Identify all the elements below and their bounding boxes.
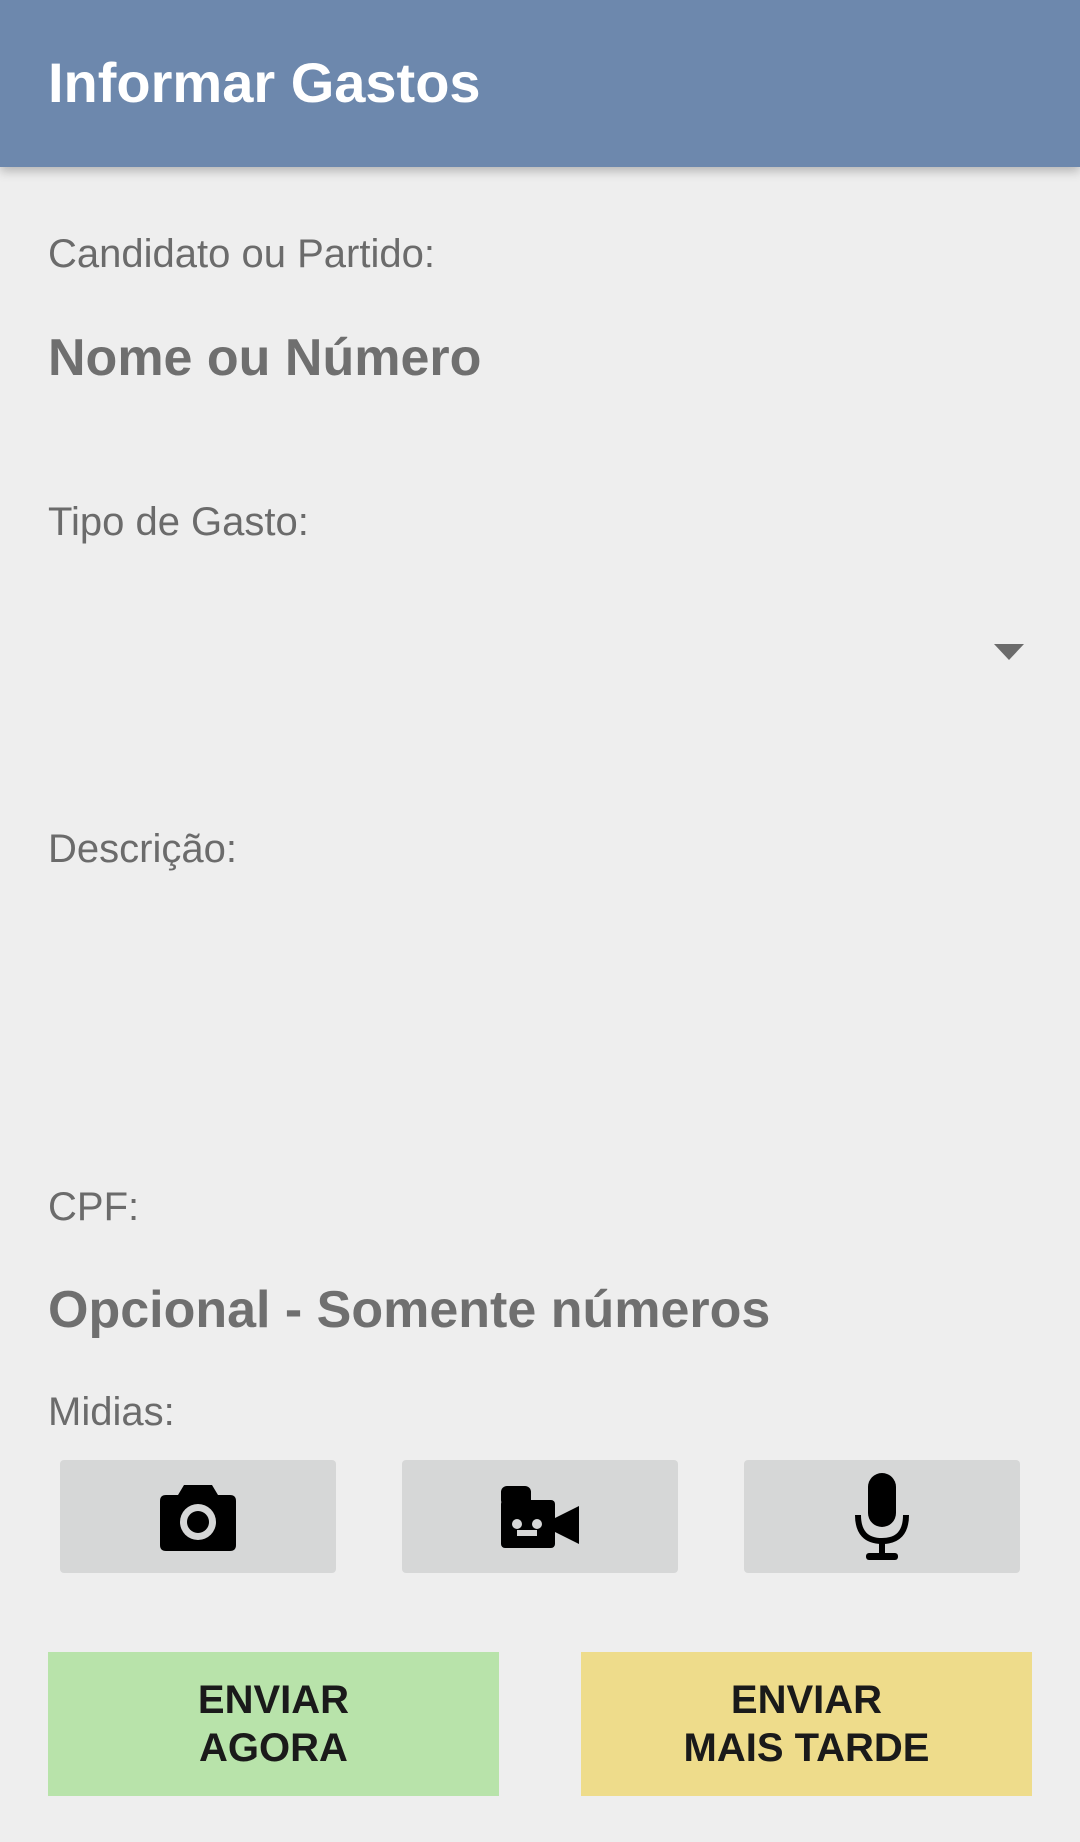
description-label: Descrição: [48,827,237,871]
media-label: Midias: [48,1390,175,1434]
send-now-button[interactable]: ENVIAR AGORA [48,1652,499,1796]
video-button[interactable] [402,1460,678,1573]
camera-button[interactable] [60,1460,336,1573]
send-later-button[interactable]: ENVIAR MAIS TARDE [581,1652,1032,1796]
candidate-label: Candidato ou Partido: [48,232,435,276]
expense-type-label: Tipo de Gasto: [48,500,309,544]
expense-type-select[interactable] [48,590,1032,710]
audio-button[interactable] [744,1460,1020,1573]
video-camera-icon [501,1485,579,1548]
app-bar: Informar Gastos [0,0,1080,167]
microphone-icon [855,1472,909,1560]
cpf-label: CPF: [48,1185,140,1229]
page-title: Informar Gastos [48,51,481,114]
camera-icon [160,1484,236,1551]
dropdown-arrow-icon [994,644,1024,660]
description-input[interactable] [48,880,1032,1140]
candidate-input[interactable]: Nome ou Número [48,328,481,388]
cpf-input[interactable]: Opcional - Somente números [48,1280,770,1340]
